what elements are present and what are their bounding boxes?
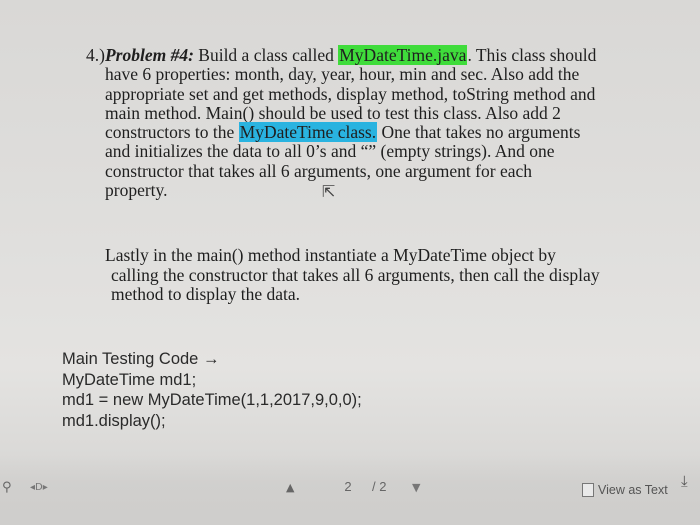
class-highlight-blue: MyDateTime class.	[238, 122, 378, 143]
problem-line-8-text: property.	[105, 180, 168, 201]
class-name-highlight: MyDateTime.java	[338, 45, 468, 65]
problem-line-1-text-a: Build a class called	[198, 45, 334, 65]
problem-number: 4.)	[86, 45, 105, 65]
view-as-text-label: View as Text	[598, 483, 668, 497]
document-icon	[582, 483, 594, 497]
problem-line-3: appropriate set and get methods, display…	[105, 83, 596, 104]
problem-line-4: main method. Main() should be used to te…	[105, 102, 561, 123]
viewer-toolbar: ⚲ ◂D▸ ▲ 2 / 2 ▼ View as Text ⤓	[0, 455, 700, 525]
search-icon[interactable]: ⚲	[2, 480, 12, 495]
problem-line-5-text-a: constructors to the	[105, 122, 235, 143]
document-page: 4.)Problem #4: Build a class called MyDa…	[0, 0, 700, 455]
problem-line-2: have 6 properties: month, day, year, hou…	[105, 64, 580, 85]
view-as-text-button[interactable]: View as Text	[582, 483, 668, 497]
problem-heading: Problem #4:	[104, 45, 194, 65]
lastly-line-1: Lastly in the main() method instantiate …	[105, 245, 556, 265]
problem-line-8: property. ⇱	[86, 180, 671, 202]
code-line-instantiate: md1 = new MyDateTime(1,1,2017,9,0,0);	[62, 391, 362, 409]
problem-line-1: 4.)Problem #4: Build a class called MyDa…	[86, 45, 671, 65]
total-pages: / 2	[372, 479, 387, 494]
page-number-input[interactable]: 2	[335, 476, 361, 498]
code-heading: Main Testing Code →	[62, 350, 220, 368]
nav-icon[interactable]: ◂D▸	[30, 482, 48, 493]
code-line-declare: MyDateTime md1;	[62, 370, 197, 389]
main-testing-code: Main Testing Code → MyDateTime md1; md1 …	[62, 349, 362, 431]
download-icon[interactable]: ⤓	[681, 472, 688, 490]
prev-page-icon[interactable]: ▲	[286, 481, 294, 494]
next-page-icon[interactable]: ▼	[412, 481, 420, 494]
problem-line-6: and initializes the data to all 0’s and …	[105, 141, 555, 162]
lastly-line-2: calling the constructor that takes all 6…	[111, 264, 600, 285]
problem-line-7: constructor that takes all 6 arguments, …	[105, 160, 532, 181]
lastly-paragraph: Lastly in the main() method instantiate …	[105, 245, 665, 305]
problem-text: 4.)Problem #4: Build a class called MyDa…	[86, 45, 671, 202]
problem-line-1-text-b: . This class should	[467, 45, 597, 65]
code-line-display: md1.display();	[62, 411, 166, 430]
lastly-line-3: method to display the data.	[111, 284, 301, 304]
problem-line-5: constructors to the MyDateTime class. On…	[86, 122, 671, 143]
mouse-cursor-icon: ⇱	[321, 182, 336, 202]
problem-line-5-text-b: One that takes no arguments	[381, 122, 581, 143]
